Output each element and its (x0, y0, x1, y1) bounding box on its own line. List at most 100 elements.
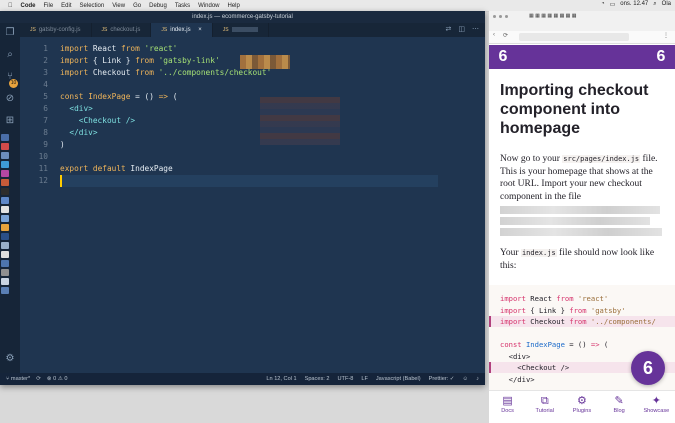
pixelated-blur (260, 97, 340, 145)
debug-icon[interactable]: ⊘ (4, 93, 16, 105)
open-changes-icon[interactable]: ⇄ (446, 25, 452, 33)
line-number: 10 (38, 152, 48, 161)
menubar-clock[interactable]: ons. 12.47 (620, 1, 648, 8)
code-text: const IndexPage = () => ( (60, 91, 177, 103)
window-title: index.js — ecommerce-gatsby-tutorial (0, 11, 485, 23)
line-number: 3 (43, 68, 48, 77)
menu-edit[interactable]: Edit (61, 3, 71, 9)
code-line: 1 import React from 'react' (20, 43, 485, 55)
code-sample-line: </div> (500, 374, 535, 385)
indentation[interactable]: Spaces: 2 (305, 373, 330, 385)
browser-tabs-icon[interactable]: ▦ ▦ ▦ ▦ ▦ ▦ ▦ ▦ (529, 13, 577, 19)
code-token: import (500, 317, 526, 326)
nav-tutorial[interactable]: ⧉ Tutorial (528, 391, 562, 423)
nav-blog[interactable]: ✎ Blog (602, 391, 636, 423)
settings-gear-icon[interactable]: ⚙ (4, 353, 16, 365)
menu-tasks[interactable]: Tasks (175, 3, 190, 9)
line-number: 12 (38, 176, 48, 185)
code-token: IndexPage (525, 340, 565, 349)
menu-go[interactable]: Go (133, 3, 141, 9)
menu-window[interactable]: Window (198, 3, 219, 9)
search-icon[interactable]: ⌕ (4, 49, 16, 61)
branch-indicator[interactable]: ⑂ master* (6, 373, 30, 385)
code-text: <div> (60, 103, 92, 115)
tab-gatsby-config[interactable]: JS gatsby-config.js (20, 23, 92, 37)
encoding[interactable]: UTF-8 (337, 373, 353, 385)
code-token: '../components/checkout' (158, 68, 272, 77)
search-icon[interactable]: ⌕ (653, 1, 656, 8)
nav-label: Plugins (572, 408, 592, 414)
menu-code[interactable]: Code (21, 3, 36, 9)
line-number: 7 (43, 116, 48, 125)
problems-indicator[interactable]: ⊗ 0 ⚠ 0 (47, 373, 68, 385)
more-actions-icon[interactable]: ⋯ (472, 25, 479, 33)
nav-label: Blog (613, 408, 625, 414)
code-sample-line: import React from 'react' (500, 293, 608, 304)
code-token: from (569, 317, 587, 326)
code-token: import (60, 44, 89, 53)
code-token: 'gatsby-link' (158, 56, 220, 65)
menu-file[interactable]: File (44, 3, 54, 9)
sync-icon[interactable]: ⟳ (36, 373, 41, 385)
extensions-icon[interactable]: ⊞ (4, 115, 16, 127)
code-line: 11 export default IndexPage (20, 163, 485, 175)
back-icon[interactable]: ‹ (493, 32, 495, 38)
code-token: Checkout (88, 68, 136, 77)
split-editor-icon[interactable]: ◫ (458, 25, 465, 33)
language-mode[interactable]: Javascript (Babel) (376, 373, 421, 385)
menu-icon[interactable]: ⋮ (663, 32, 669, 39)
code-token: ) (60, 140, 65, 149)
battery-icon[interactable]: ▭ (610, 1, 616, 8)
apple-menu-icon[interactable]:  (8, 3, 13, 9)
browser-window: ▦ ▦ ▦ ▦ ▦ ▦ ▦ ▦ ‹ ⟳ ⋮ 6 6 Importing chec… (489, 11, 675, 423)
tab-checkout[interactable]: JS checkout.js (92, 23, 152, 37)
code-token: <Checkout /> (78, 116, 136, 125)
feedback-icon[interactable]: ☺ (462, 373, 468, 385)
wifi-icon[interactable]: ◔ (601, 1, 605, 8)
code-sample-line: const IndexPage = () => ( (500, 339, 608, 350)
cursor-position[interactable]: Ln 12, Col 1 (266, 373, 296, 385)
tutorial-paragraph: Now go to your src/pages/index.js file. … (500, 153, 670, 239)
nav-plugins[interactable]: ⚙ Plugins (565, 391, 599, 423)
prettier-status[interactable]: Prettier: ✓ (429, 373, 455, 385)
code-token: from (121, 44, 140, 53)
code-token: Checkout (525, 317, 570, 326)
menu-help[interactable]: Help (228, 3, 240, 9)
code-line: 8 </div> (20, 127, 485, 139)
url-field[interactable] (519, 33, 629, 41)
tab-blurred[interactable]: JS (213, 23, 269, 37)
code-token: import (60, 68, 89, 77)
menubar-user[interactable]: Ola (662, 1, 671, 8)
code-token: </div> (500, 374, 535, 384)
nav-label: Docs (501, 408, 514, 414)
gatsby-logo-icon[interactable]: 6 (651, 47, 671, 67)
page-title: Importing checkout component into homepa… (500, 82, 649, 137)
eol[interactable]: LF (361, 373, 368, 385)
tab-index[interactable]: JS index.js × (151, 23, 213, 37)
blog-icon: ✎ (614, 395, 624, 407)
code-line: 4 (20, 79, 485, 91)
close-icon[interactable]: × (198, 27, 202, 33)
code-token: ( (599, 340, 609, 349)
dock-strip (0, 133, 10, 313)
code-token: const (60, 92, 84, 101)
code-token: ( (168, 92, 178, 101)
explorer-icon[interactable]: ❐ (4, 27, 16, 39)
nav-showcase[interactable]: ✦ Showcase (639, 391, 673, 423)
showcase-icon: ✦ (651, 395, 661, 407)
menu-view[interactable]: View (112, 3, 125, 9)
nav-docs[interactable]: ▤ Docs (491, 391, 525, 423)
line-number: 11 (38, 164, 48, 173)
gatsby-fab-button[interactable]: 6 (631, 351, 665, 385)
gatsby-logo-icon[interactable]: 6 (493, 47, 513, 67)
code-editor[interactable]: 1 import React from 'react' 2 import { Link… (20, 37, 485, 373)
plugins-icon: ⚙ (577, 395, 587, 407)
menu-debug[interactable]: Debug (149, 3, 167, 9)
reload-icon[interactable]: ⟳ (503, 32, 508, 39)
gatsby-header: 6 6 (489, 45, 675, 69)
code-sample-line: <Checkout /> (500, 362, 569, 373)
menu-selection[interactable]: Selection (80, 3, 105, 9)
code-token: => (158, 92, 168, 101)
bell-icon[interactable]: ♪ (476, 373, 479, 385)
